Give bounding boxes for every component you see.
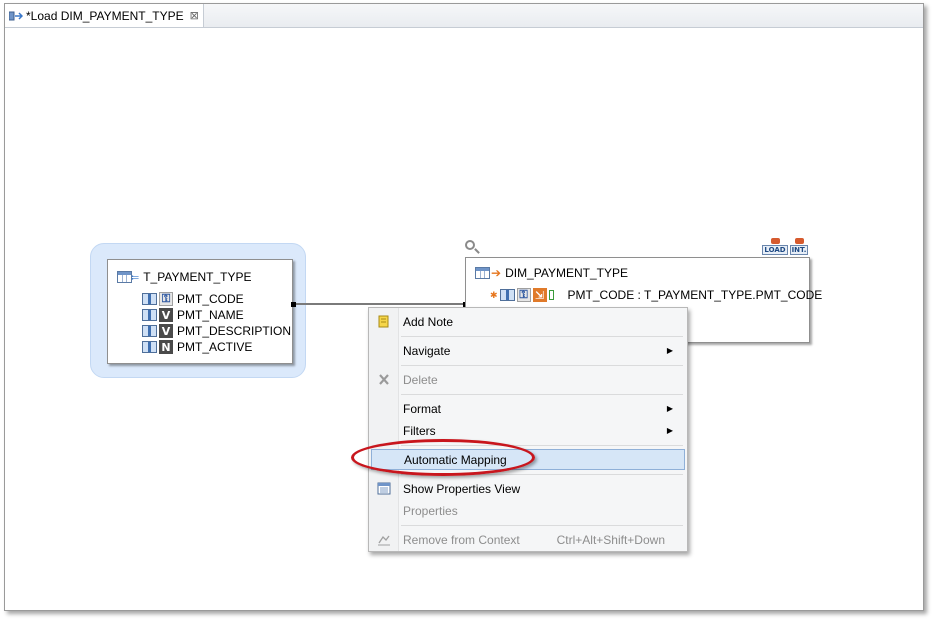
editor-tab-bar: *Load DIM_PAYMENT_TYPE ⊠ (5, 4, 923, 28)
column-label: PMT_CODE (177, 292, 244, 306)
tab-title: *Load DIM_PAYMENT_TYPE (26, 8, 184, 23)
load-knowledge-module-icon[interactable]: LOAD (762, 238, 788, 255)
source-column-row[interactable]: V PMT_DESCRIPTION (142, 323, 291, 339)
column-label: PMT_DESCRIPTION (177, 324, 292, 338)
column-icon (142, 293, 157, 305)
source-name: T_PAYMENT_TYPE (143, 270, 252, 284)
menu-item-format[interactable]: Format ▶ (371, 398, 683, 419)
target-name: DIM_PAYMENT_TYPE (505, 266, 628, 280)
menu-separator (401, 336, 683, 337)
mapping-label: PMT_CODE : T_PAYMENT_TYPE.PMT_CODE (567, 288, 823, 302)
load-badge-label: LOAD (762, 245, 788, 255)
menu-separator (401, 394, 683, 395)
remove-context-icon (378, 535, 390, 546)
flag-icon (548, 290, 554, 300)
highlight-ring-annotation (351, 439, 535, 476)
source-column-row[interactable]: N PMT_ACTIVE (142, 339, 252, 355)
submenu-arrow-icon: ▶ (666, 346, 673, 355)
menu-separator (401, 525, 683, 526)
menu-item-add-note[interactable]: Add Note (371, 311, 683, 332)
connector-handle[interactable] (291, 302, 296, 307)
column-icon (142, 341, 157, 353)
column-label: PMT_ACTIVE (177, 340, 253, 354)
execute-on-icon: ⇲ (532, 288, 547, 302)
column-label: PMT_NAME (177, 308, 244, 322)
menu-item-remove-from-context[interactable]: Remove from Context Ctrl+Alt+Shift+Down (371, 529, 683, 550)
menu-item-navigate[interactable]: Navigate ▶ (371, 340, 683, 361)
mapping-icon (9, 11, 23, 20)
source-header: ⇐ T_PAYMENT_TYPE (117, 270, 251, 284)
source-column-row[interactable]: V PMT_NAME (142, 307, 244, 323)
numeric-type-icon: N (159, 340, 173, 354)
column-icon (142, 325, 157, 337)
source-datastore[interactable]: ⇐ T_PAYMENT_TYPE ⚿ PMT_CODE V PMT_NAME V… (107, 259, 293, 364)
target-header: ➔ DIM_PAYMENT_TYPE (475, 266, 628, 280)
key-icon: ⚿ (159, 292, 173, 306)
note-icon (378, 315, 389, 328)
target-column-row[interactable]: ✱ ⚿ ⇲ PMT_CODE : T_PAYMENT_TYPE.PMT_CODE (490, 287, 822, 303)
menu-separator (401, 365, 683, 366)
delete-icon (379, 374, 389, 385)
source-column-row[interactable]: ⚿ PMT_CODE (142, 291, 244, 307)
column-icon (499, 289, 515, 301)
arrow-right-icon: ➔ (491, 266, 502, 280)
asterisk-icon: ✱ (490, 289, 498, 300)
int-badge-label: INT. (789, 245, 809, 255)
join-connector[interactable] (293, 303, 467, 305)
properties-view-icon (377, 482, 391, 495)
menu-item-delete[interactable]: Delete (371, 369, 683, 390)
column-icon (142, 309, 157, 321)
menu-item-show-properties-view[interactable]: Show Properties View (371, 478, 683, 499)
key-icon: ⚿ (516, 288, 531, 302)
varchar-type-icon: V (159, 308, 173, 322)
tab-load-dim-payment-type[interactable]: *Load DIM_PAYMENT_TYPE ⊠ (5, 4, 204, 27)
menu-item-properties[interactable]: Properties (371, 500, 683, 521)
search-icon[interactable] (465, 240, 475, 250)
submenu-arrow-icon: ▶ (666, 426, 673, 435)
context-menu: Add Note Navigate ▶ Delete Format ▶ Filt… (368, 307, 688, 552)
menu-item-filters[interactable]: Filters ▶ (371, 420, 683, 441)
close-icon[interactable]: ⊠ (190, 9, 199, 22)
submenu-arrow-icon: ▶ (666, 404, 673, 413)
table-icon (117, 271, 132, 283)
table-icon (475, 267, 490, 279)
integration-knowledge-module-icon[interactable]: INT. (789, 238, 809, 255)
accelerator-label: Ctrl+Alt+Shift+Down (556, 532, 665, 547)
varchar-type-icon: V (159, 324, 173, 338)
